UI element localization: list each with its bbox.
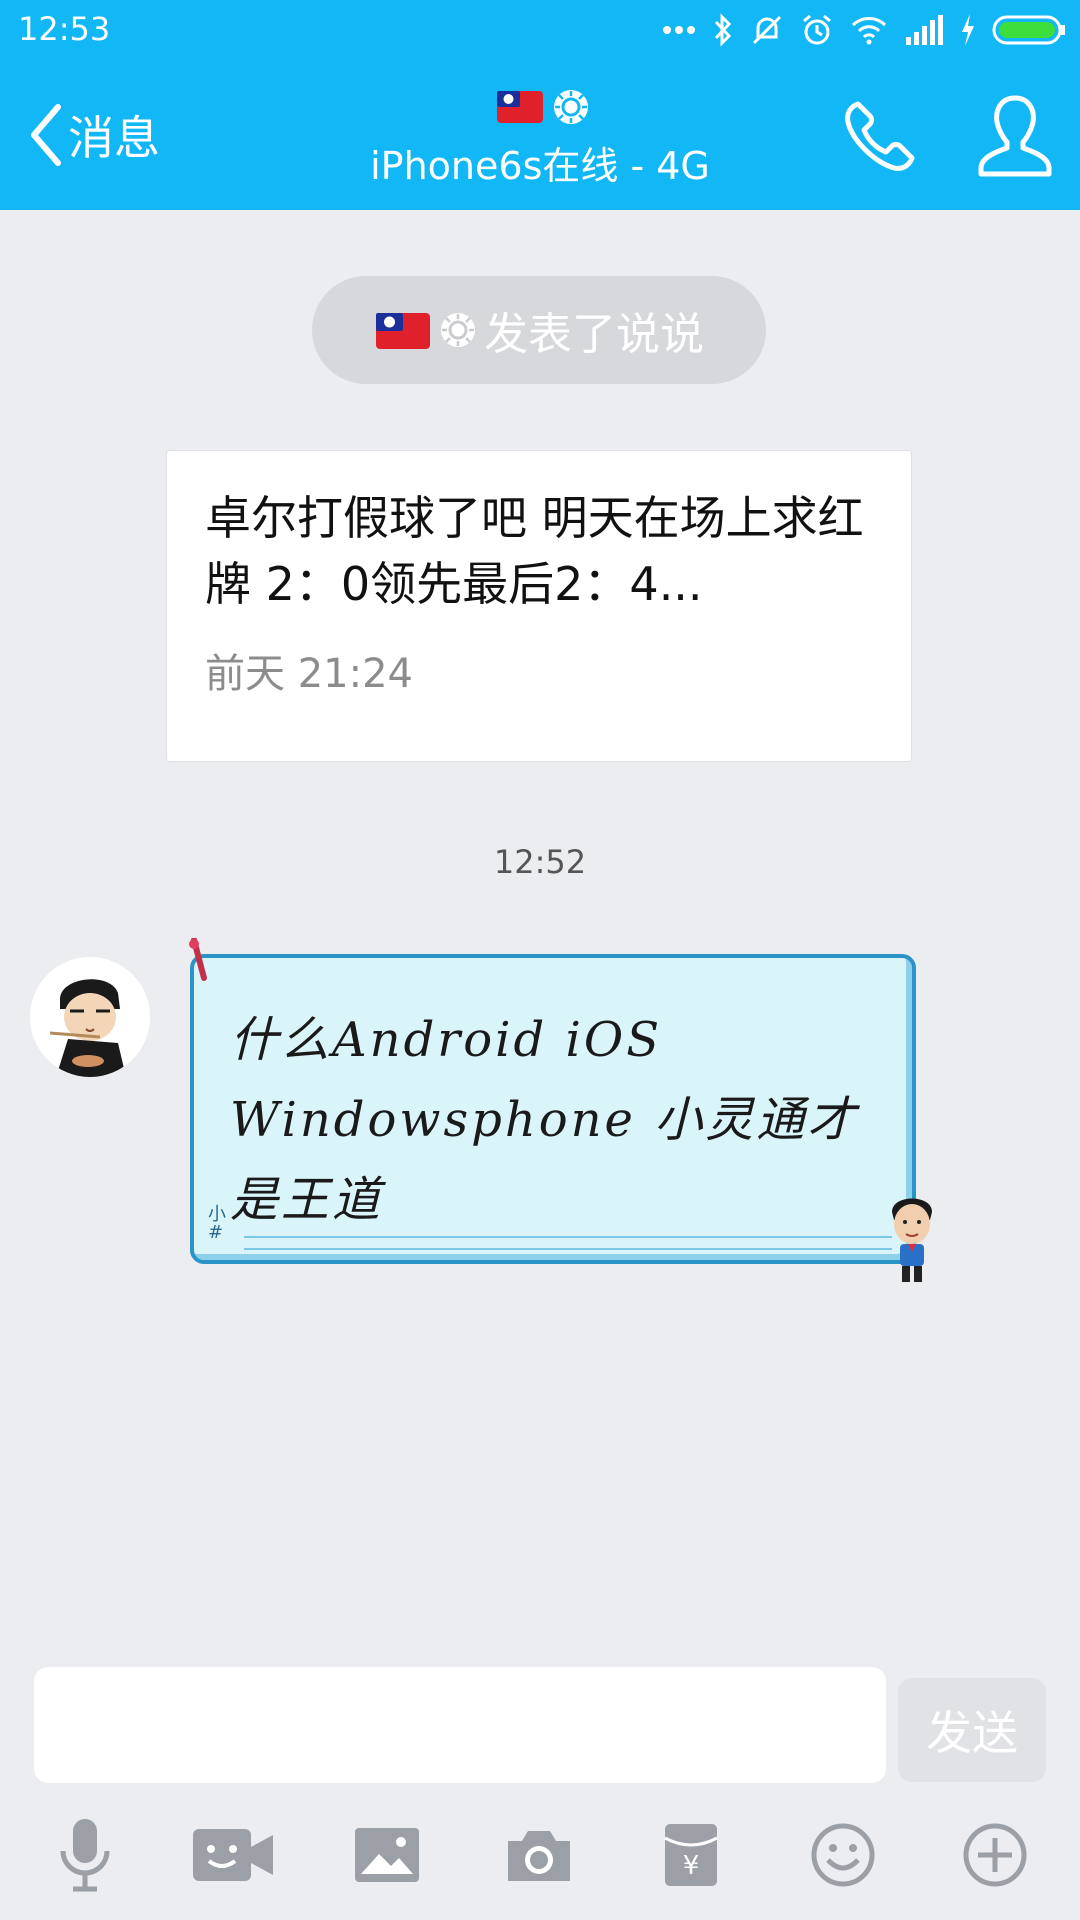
voice-button[interactable] [40,1810,130,1900]
signal-icon [906,15,943,45]
bubble-tag: 小# [208,1204,226,1243]
back-label: 消息 [68,111,160,165]
profile-button[interactable] [975,92,1055,178]
flag-icon [376,313,430,349]
sun-icon [441,313,475,347]
status-post-text: 卓尔打假球了吧 明天在场上求红牌 2：0领先最后2：4... [205,491,864,611]
chevron-left-icon [31,104,61,166]
person-icon [978,95,1052,177]
camera-icon [508,1831,570,1881]
video-call-icon [193,1829,273,1881]
status-post-time: 前天 21:24 [205,651,413,697]
bluetooth-icon [714,13,732,47]
microphone-icon [60,1819,110,1892]
svg-text:¥: ¥ [683,1851,700,1881]
cartoon-avatar-icon [30,957,150,1077]
wifi-icon [851,17,887,45]
chat-header: 消息 🇹🇼🔆 iPhone6s在线 - 4G [0,60,1080,210]
red-packet-button[interactable]: ¥ [646,1810,736,1900]
input-toolbar: ¥ [0,1810,1080,1910]
status-time: 12:53 [18,10,111,48]
more-button[interactable] [950,1810,1040,1900]
message-bubble[interactable]: 什么Android iOS Windowsphone 小灵通才是王道 小# [189,938,932,1282]
emoji-button[interactable] [798,1810,888,1900]
avatar[interactable] [30,957,150,1077]
mute-icon [752,15,782,45]
contact-name: 🇹🇼🔆 [240,85,840,129]
bubble-decoration-lines [244,1236,892,1250]
status-post-card[interactable]: 卓尔打假球了吧 明天在场上求红牌 2：0领先最后2：4... 前天 21:24 [166,450,912,762]
more-dots-icon [663,26,695,34]
sun-icon [554,90,588,124]
camera-button[interactable] [494,1810,584,1900]
image-button[interactable] [342,1810,432,1900]
call-button[interactable] [840,96,920,176]
alarm-icon [803,14,831,45]
red-packet-icon: ¥ [664,1824,718,1886]
chat-title[interactable]: 🇹🇼🔆 iPhone6s在线 - 4G [240,85,840,190]
phone-icon [845,101,915,171]
notice-text: 发表了说说 [484,309,704,360]
send-button[interactable]: 发送 [898,1678,1046,1782]
flag-icon [497,91,543,123]
status-bar: 12:53 [0,0,1080,60]
emoji-icon [811,1823,875,1887]
battery-icon [992,15,1065,45]
plus-icon [963,1823,1027,1887]
message-text: 什么Android iOS Windowsphone 小灵通才是王道 [230,1012,859,1228]
pin-icon [189,938,207,981]
image-icon [355,1828,419,1882]
back-button[interactable]: 消息 [28,100,160,170]
status-icons [662,12,1066,48]
status-update-notice[interactable]: 发表了说说 [312,276,766,384]
message-timestamp: 12:52 [493,843,587,881]
video-call-button[interactable] [188,1810,278,1900]
online-status: iPhone6s在线 - 4G [370,144,710,188]
message-input[interactable] [34,1667,886,1783]
charging-icon [962,14,974,46]
boy-sticker-icon [892,1198,932,1282]
